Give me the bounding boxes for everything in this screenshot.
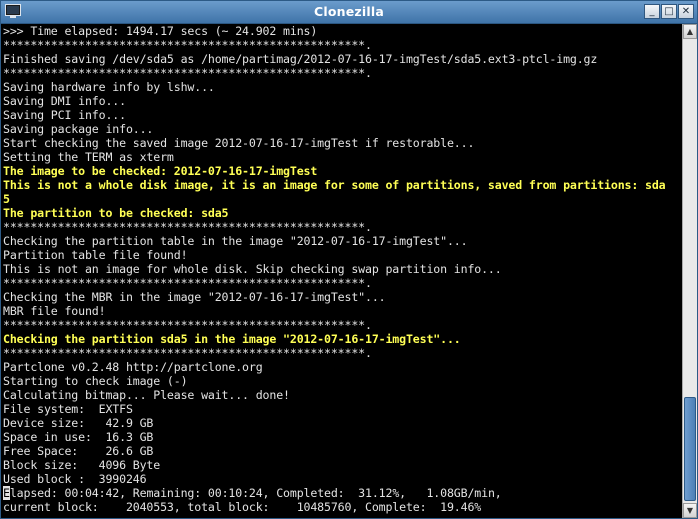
arrow-up-icon: ▲ — [686, 27, 694, 36]
terminal-window: Clonezilla _ □ ✕ >>> Time elapsed: 1494.… — [0, 0, 698, 519]
terminal-line: Free Space: 26.6 GB — [3, 444, 154, 458]
minimize-icon: _ — [649, 6, 655, 17]
terminal-line: MBR file found! — [3, 304, 106, 318]
terminal-line: File system: EXTFS — [3, 402, 133, 416]
scroll-down-button[interactable]: ▼ — [683, 503, 697, 518]
terminal-line: Saving package info... — [3, 122, 154, 136]
arrow-down-icon: ▼ — [686, 506, 694, 515]
terminal-line: ****************************************… — [3, 38, 372, 52]
terminal-line: Checking the partition table in the imag… — [3, 234, 468, 248]
maximize-button[interactable]: □ — [661, 4, 677, 19]
terminal-line: Calculating bitmap... Please wait... don… — [3, 388, 290, 402]
terminal-line: 5 — [3, 192, 10, 206]
terminal-line: Finished saving /dev/sda5 as /home/parti… — [3, 52, 598, 66]
terminal-progress-line: current block: 2040553, total block: 104… — [3, 500, 482, 514]
minimize-button[interactable]: _ — [644, 4, 660, 19]
terminal-line: The partition to be checked: sda5 — [3, 206, 229, 220]
terminal-line: Starting to check image (-) — [3, 374, 188, 388]
terminal-line: Block size: 4096 Byte — [3, 458, 161, 472]
scrollbar-thumb[interactable] — [684, 397, 696, 501]
close-icon: ✕ — [681, 6, 691, 17]
terminal-line: ****************************************… — [3, 346, 372, 360]
terminal-output[interactable]: >>> Time elapsed: 1494.17 secs (~ 24.902… — [1, 24, 681, 518]
text-cursor: E — [3, 486, 10, 500]
maximize-icon: □ — [664, 6, 674, 17]
terminal-line: Start checking the saved image 2012-07-1… — [3, 136, 475, 150]
terminal-status-line: Elapsed: 00:04:42, Remaining: 00:10:24, … — [1, 486, 681, 500]
terminal-line: Checking the MBR in the image "2012-07-1… — [3, 290, 386, 304]
terminal-line: >>> Time elapsed: 1494.17 secs (~ 24.902… — [3, 24, 318, 38]
close-button[interactable]: ✕ — [678, 4, 694, 19]
terminal-line: Saving PCI info... — [3, 108, 126, 122]
terminal-line: Used block : 3990246 — [3, 472, 147, 486]
title-bar[interactable]: Clonezilla _ □ ✕ — [1, 1, 697, 24]
terminal-line: The image to be checked: 2012-07-16-17-i… — [3, 164, 318, 178]
terminal-line: Saving hardware info by lshw... — [3, 80, 215, 94]
terminal-line: Checking the partition sda5 in the image… — [3, 332, 461, 346]
terminal-line: ****************************************… — [3, 220, 372, 234]
terminal-line: Space in use: 16.3 GB — [3, 430, 154, 444]
terminal-line: This is not an image for whole disk. Ski… — [3, 262, 502, 276]
terminal-line: ****************************************… — [3, 66, 372, 80]
terminal-line: Saving DMI info... — [3, 94, 126, 108]
scroll-up-button[interactable]: ▲ — [683, 24, 697, 39]
terminal-line: Partition table file found! — [3, 248, 188, 262]
terminal-line: ****************************************… — [3, 276, 372, 290]
vertical-scrollbar[interactable]: ▲ ▼ — [682, 24, 697, 518]
terminal-lines: >>> Time elapsed: 1494.17 secs (~ 24.902… — [1, 24, 681, 486]
terminal-line: Setting the TERM as xterm — [3, 150, 174, 164]
terminal-line: Partclone v0.2.48 http://partclone.org — [3, 360, 263, 374]
window-title: Clonezilla — [314, 4, 384, 19]
status-line-text: lapsed: 00:04:42, Remaining: 00:10:24, C… — [9, 486, 502, 500]
terminal-line: Device size: 42.9 GB — [3, 416, 154, 430]
terminal-line: This is not a whole disk image, it is an… — [3, 178, 666, 192]
terminal-line: ****************************************… — [3, 318, 372, 332]
